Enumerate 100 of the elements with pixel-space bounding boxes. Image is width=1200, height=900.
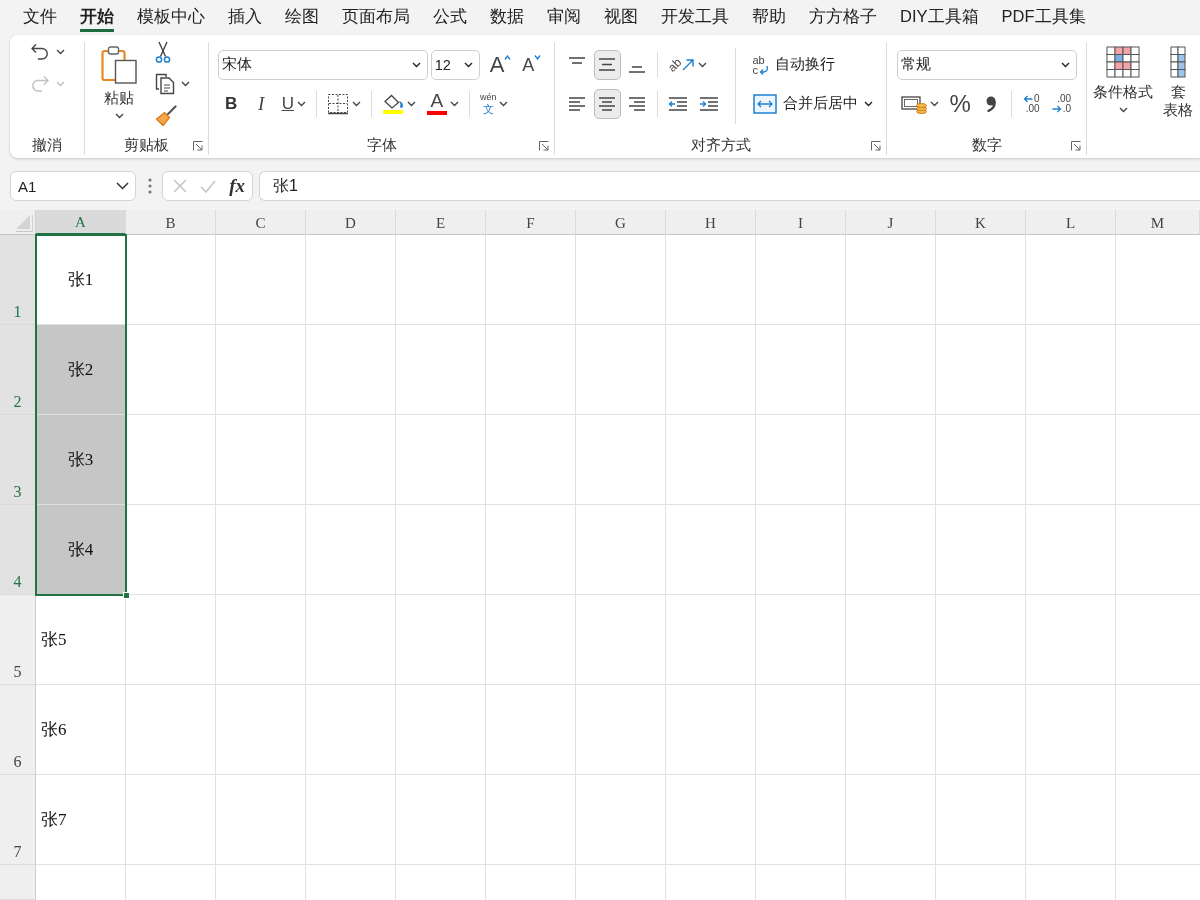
column-header[interactable]: F [486, 210, 576, 235]
check-icon [200, 179, 217, 193]
menu-tab[interactable]: 视图 [604, 0, 638, 32]
shrink-font-button[interactable]: A [518, 49, 546, 80]
chevron-down-icon [116, 182, 129, 190]
merge-cells-icon [752, 93, 777, 114]
column-header[interactable]: I [756, 210, 846, 235]
highlighted-grid-icon [1106, 46, 1140, 78]
column-header[interactable]: M [1116, 210, 1200, 235]
redo-icon [29, 75, 50, 93]
cancel-icon [173, 179, 187, 193]
font-name-field[interactable]: 宋体 [217, 49, 428, 80]
dialog-launcher-icon[interactable] [193, 140, 203, 151]
menu-tab[interactable]: 插入 [228, 0, 262, 32]
table-format-button[interactable]: 套 表格 [1161, 45, 1195, 122]
menu-tab[interactable]: 模板中心 [137, 0, 205, 32]
menu-tab[interactable]: 绘图 [285, 0, 319, 32]
indent-decrease-icon [667, 96, 688, 111]
clipboard-icon [101, 46, 137, 84]
name-box[interactable]: A1 [10, 171, 136, 201]
align-top-icon [568, 56, 586, 64]
row-header[interactable]: 3 [0, 415, 36, 505]
diagonal-arrow-icon [680, 57, 695, 72]
font-size-field[interactable]: 12 [430, 49, 480, 80]
fill-handle[interactable] [123, 592, 130, 599]
dialog-launcher-icon[interactable] [871, 140, 881, 151]
menu-tab[interactable]: 开始 [80, 0, 114, 32]
menu-tab[interactable]: 数据 [490, 0, 524, 32]
row-header[interactable]: 2 [0, 325, 36, 415]
sheet-cell[interactable]: 张2 [36, 325, 126, 415]
column-header[interactable]: G [576, 210, 666, 235]
align-center-button[interactable] [593, 88, 621, 119]
underline-button[interactable]: U [277, 88, 310, 119]
right-arrow-icon [1051, 104, 1062, 113]
paintbrush-icon [155, 105, 177, 127]
chevron-down-icon [1060, 61, 1070, 68]
comma-icon [986, 95, 997, 112]
formula-field[interactable]: 张1 [259, 171, 1200, 201]
column-header[interactable]: J [846, 210, 936, 235]
row-header[interactable]: 6 [0, 685, 36, 775]
dialog-launcher-icon[interactable] [1071, 140, 1081, 151]
chevron-down-icon [463, 61, 473, 68]
column-header[interactable]: K [936, 210, 1026, 235]
row-header[interactable]: 1 [0, 235, 36, 325]
align-center-icon [598, 96, 616, 111]
row-header[interactable]: 4 [0, 505, 36, 595]
banknote-coins-icon [900, 93, 927, 114]
menu-tab[interactable]: 页面布局 [342, 0, 410, 32]
menu-tab[interactable]: DIY工具箱 [900, 0, 979, 32]
phonetic-guide-button[interactable]: wén 文 [475, 88, 513, 119]
return-arrow-icon [759, 64, 769, 75]
decrease-decimal-button[interactable]: .00 .0 [1047, 88, 1076, 119]
orientation-button[interactable]: ab [663, 49, 711, 80]
paint-bucket-icon [381, 93, 404, 109]
copy-icon [155, 73, 175, 95]
indent-increase-icon [698, 96, 719, 111]
row-header[interactable]: 5 [0, 595, 36, 685]
grow-font-button[interactable]: A [485, 49, 516, 80]
menu-tab[interactable]: 审阅 [547, 0, 581, 32]
column-header[interactable]: A [36, 210, 126, 235]
font-color-button[interactable]: A [422, 88, 463, 119]
menu-tab[interactable]: 开发工具 [661, 0, 729, 32]
paste-button[interactable]: 粘贴 [99, 45, 139, 122]
menu-tab[interactable]: 公式 [433, 0, 467, 32]
column-header[interactable]: B [126, 210, 216, 235]
increase-decimal-button[interactable]: 0 .00 [1017, 88, 1045, 119]
column-header[interactable]: C [216, 210, 306, 235]
align-middle-button[interactable] [593, 49, 621, 80]
border-grid-icon [326, 92, 349, 115]
column-header[interactable]: L [1026, 210, 1116, 235]
vertical-dots-icon[interactable] [148, 178, 152, 194]
insert-function-button[interactable]: fx [227, 174, 247, 198]
italic-button[interactable]: I [247, 88, 275, 119]
group-label: 对齐方式 [690, 136, 751, 155]
bold-button[interactable]: B [217, 88, 245, 119]
number-format-field[interactable]: 常规 [896, 49, 1077, 80]
sheet-cell[interactable]: 张4 [36, 505, 126, 595]
align-middle-icon [598, 58, 616, 71]
column-header[interactable]: E [396, 210, 486, 235]
undo-icon [29, 43, 50, 61]
row-header[interactable]: 7 [0, 775, 36, 865]
table-grid-icon [1170, 46, 1186, 78]
column-header[interactable]: H [666, 210, 756, 235]
column-header[interactable]: D [306, 210, 396, 235]
align-left-icon [568, 96, 586, 111]
caret-down-icon [534, 54, 542, 60]
percent-button[interactable]: % [945, 88, 975, 119]
conditional-format-button[interactable]: 条件格式 [1091, 45, 1155, 116]
menu-tab[interactable]: 方方格子 [809, 0, 877, 32]
dialog-launcher-icon[interactable] [539, 140, 549, 151]
menu-tab[interactable]: 帮助 [752, 0, 786, 32]
group-label: 数字 [971, 136, 1002, 155]
menu-tab[interactable]: PDF工具集 [1001, 0, 1086, 32]
sheet-cell[interactable]: 张3 [36, 415, 126, 505]
merge-center-button[interactable]: 合并后居中 [747, 88, 878, 119]
menu-tab[interactable]: 文件 [23, 0, 57, 32]
left-arrow-icon [1023, 94, 1034, 103]
align-right-icon [628, 96, 646, 111]
group-label: 字体 [366, 136, 397, 155]
scissors-icon [155, 41, 171, 63]
